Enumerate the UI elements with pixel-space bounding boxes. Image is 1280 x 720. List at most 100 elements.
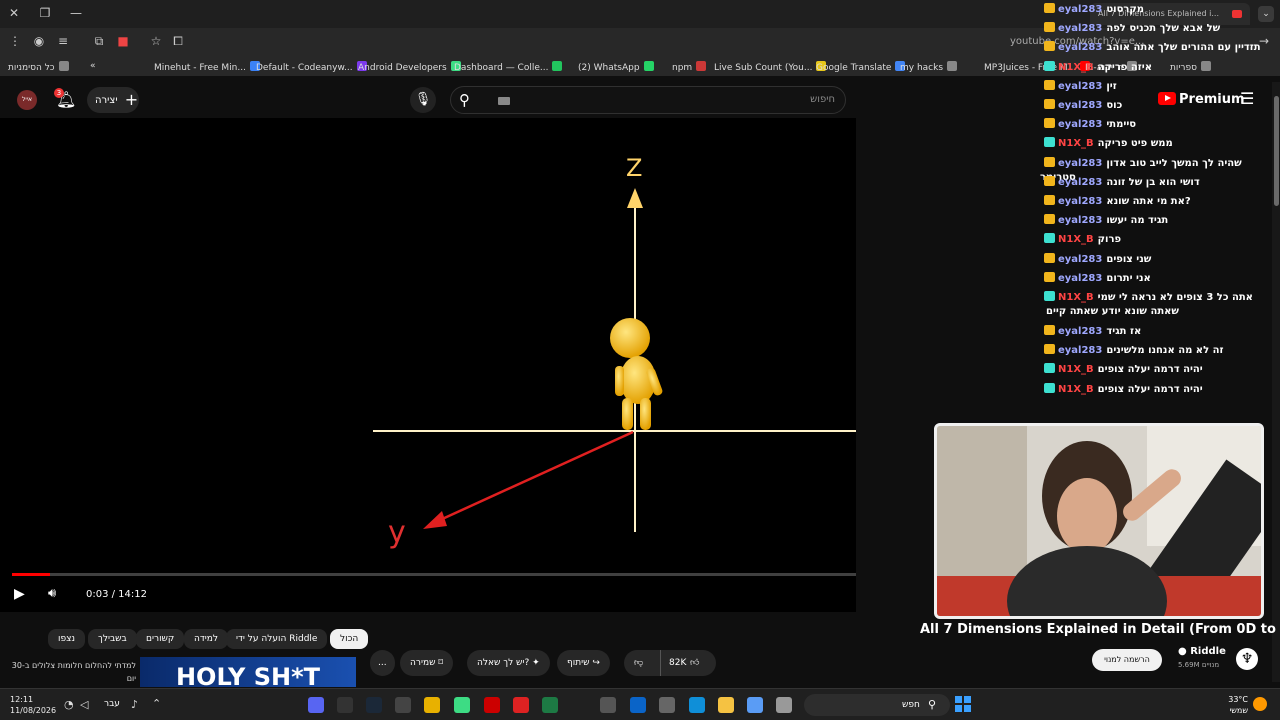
chat-message: eyal283 זה לא מה אנחנו מלשינים	[1040, 344, 1272, 358]
search-input[interactable]: ⚲ חיפוש	[450, 86, 846, 114]
app-icon-photos[interactable]	[776, 697, 792, 713]
app-icon-adobe[interactable]	[513, 697, 529, 713]
bookmark-star-icon[interactable]: ☆	[147, 34, 165, 48]
y-axis-arrow	[423, 511, 447, 529]
channel-logo-icon[interactable]: ♆	[1236, 648, 1258, 670]
app-icon-chrome[interactable]	[424, 697, 440, 713]
cast-icon[interactable]: ⧠	[169, 34, 187, 49]
filter-chip[interactable]: נצפו	[48, 629, 86, 649]
crown-badge-icon	[1044, 252, 1055, 263]
chat-text: תזדיין עם ההורים שלך אתה אוהב	[1106, 42, 1261, 54]
app-icon-unity[interactable]	[600, 697, 616, 713]
bookmark-item[interactable]: Google Translate	[816, 61, 906, 73]
save-button[interactable]: שמירה ⌑	[400, 650, 453, 676]
bookmark-item[interactable]: Dashboard — Colle...	[454, 61, 563, 73]
suggested-video-title[interactable]: למדתי להחלום חלומות צלולים ב-30 יום	[6, 659, 136, 685]
extension-red-icon[interactable]: ■	[114, 34, 132, 48]
app-icon-steam[interactable]	[366, 697, 382, 713]
search-icon[interactable]: ⚲	[459, 91, 470, 109]
menu-dots-icon[interactable]: ⋮	[6, 34, 24, 48]
share-button[interactable]: שיתוף ↪	[557, 650, 610, 676]
app-icon-edge[interactable]	[689, 697, 705, 713]
like-count[interactable]: 82K	[669, 650, 686, 676]
chat-username: eyal283	[1058, 326, 1103, 337]
bookmark-item[interactable]: Live Sub Count (You...	[714, 61, 827, 73]
like-dislike-group: 👎︎ 82K 👍︎	[624, 650, 716, 676]
mic-icon[interactable]: 🎙︎	[410, 87, 436, 113]
chat-text: איזה פריקה	[1097, 61, 1153, 73]
share-arrow-icon: ↪	[592, 658, 600, 668]
extensions-icon[interactable]: ⧉	[90, 34, 108, 49]
taskbar-clock[interactable]: 12:11 11/08/2026	[10, 694, 56, 716]
taskbar-search[interactable]: חפש ⚲	[804, 694, 950, 716]
progress-played[interactable]	[12, 573, 50, 576]
filter-chip[interactable]: הועלה על ידי Riddle	[226, 629, 328, 649]
app-icon-discord[interactable]	[308, 697, 324, 713]
ask-button[interactable]: יש לך שאלה? ✦	[467, 650, 550, 676]
subscribe-button[interactable]: הרשמה למנוי	[1092, 649, 1162, 671]
chat-message: N1X_B איזה פריקה	[1040, 60, 1272, 75]
crown-badge-icon	[1044, 195, 1055, 205]
chat-message: eyal283 סיימתי	[1040, 118, 1272, 132]
speaker-icon[interactable]: ◁	[80, 698, 96, 714]
bookmark-label: my hacks	[900, 63, 944, 73]
bookmark-item[interactable]: Minehut - Free Min...	[154, 61, 260, 73]
more-actions-button[interactable]: ...	[370, 650, 395, 676]
bookmark-item[interactable]: my hacks	[900, 61, 958, 73]
app-icon-opera[interactable]	[484, 697, 500, 713]
chat-username: N1X_B	[1058, 61, 1094, 73]
bookmark-item[interactable]: Android Developers	[358, 61, 461, 73]
minimize-window-icon[interactable]: —	[68, 6, 84, 20]
mic-tray-icon[interactable]: ♪	[131, 698, 147, 714]
y-axis-label: y	[388, 515, 406, 550]
app-icon-calculator[interactable]	[659, 697, 675, 713]
create-button[interactable]: יצירה +	[87, 87, 139, 113]
scrollbar-thumb[interactable]	[1274, 96, 1279, 206]
weather-widget[interactable]: 33°C שמשי	[1226, 694, 1248, 716]
avatar[interactable]: אייל	[17, 90, 37, 110]
app-icon-terminal[interactable]	[337, 697, 353, 713]
bookmark-item[interactable]: (2) WhatsApp	[578, 61, 654, 73]
filter-chip[interactable]: למידה	[184, 629, 229, 649]
page-scrollbar[interactable]	[1272, 82, 1280, 682]
app-icon-github[interactable]	[395, 697, 411, 713]
profile-icon[interactable]: ◉	[30, 34, 48, 48]
app-icon-excel[interactable]	[542, 697, 558, 713]
app-icon-android-studio[interactable]	[454, 697, 470, 713]
chat-username: eyal283	[1058, 119, 1103, 131]
bookmark-item[interactable]: Default - Codeanyw...	[256, 61, 367, 73]
bookmarks-overflow-icon[interactable]: «	[90, 61, 96, 71]
play-icon[interactable]: ▶	[14, 586, 25, 602]
chat-message: eyal283 אז תגיד	[1040, 325, 1272, 339]
channel-name[interactable]: ● Riddle	[1178, 646, 1226, 657]
tab-search-icon[interactable]: ≡	[54, 34, 72, 48]
like-icon[interactable]: 👍︎	[690, 650, 699, 676]
app-icon-store[interactable]	[747, 697, 763, 713]
language-indicator[interactable]: עבר	[104, 699, 120, 709]
suggested-video-thumbnail[interactable]: HOLY SH*T	[140, 657, 356, 687]
restore-window-icon[interactable]: ❐	[37, 6, 53, 20]
dislike-icon[interactable]: 👎︎	[634, 650, 643, 676]
chat-message: eyal283 תגיד מה יעשו	[1040, 214, 1272, 228]
chat-message: N1X_B ממש פיט פריקה	[1040, 137, 1272, 151]
windows-start-icon[interactable]	[955, 696, 972, 713]
video-player[interactable]: Z X y ▶ 🔊︎ 0:03 / 14:12	[0, 118, 856, 612]
filter-chip[interactable]: הכול	[330, 629, 369, 649]
network-icon[interactable]: ◔	[64, 698, 80, 714]
chat-message: N1X_B פרוק	[1040, 233, 1272, 247]
chat-username: eyal283	[1058, 42, 1103, 54]
bookmark-label: Default - Codeanyw...	[256, 63, 353, 73]
tray-overflow-icon[interactable]: ⌃	[152, 697, 168, 713]
progress-track[interactable]	[50, 573, 856, 576]
app-icon-outlook[interactable]	[630, 697, 646, 713]
filter-chip[interactable]: קשורים	[136, 629, 185, 649]
filter-chip[interactable]: בשבילך	[88, 629, 137, 649]
chat-text-continued: שאתה שונא יודע שאתה קיים	[1046, 306, 1180, 317]
close-window-icon[interactable]: ✕	[6, 6, 22, 20]
volume-icon[interactable]: 🔊︎	[48, 586, 56, 601]
app-icon-explorer[interactable]	[718, 697, 734, 713]
chat-text: את מי אתה שונא?	[1106, 196, 1191, 207]
bookmark-item[interactable]: כל הסימניות	[8, 61, 69, 73]
keyboard-icon[interactable]	[498, 97, 510, 105]
bookmark-item[interactable]: npm	[672, 61, 707, 73]
